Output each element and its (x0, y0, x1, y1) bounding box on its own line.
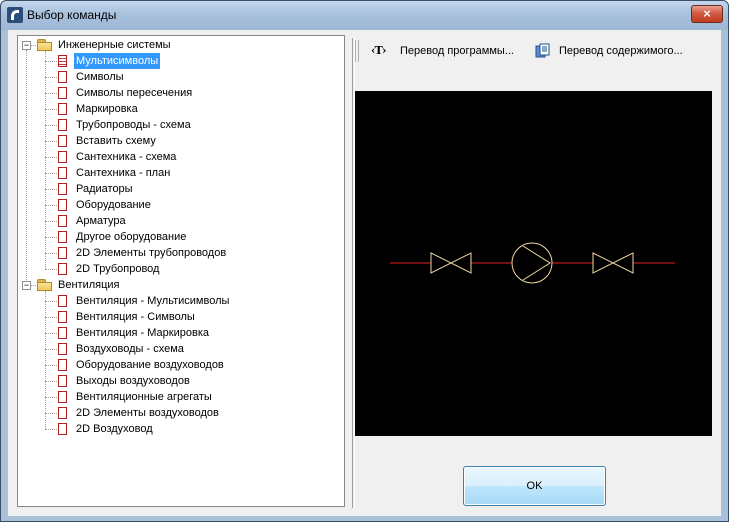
tree-item[interactable]: 2D Воздуховод (74, 421, 155, 437)
folder-icon (37, 39, 53, 51)
tree-item[interactable]: Радиаторы (74, 181, 135, 197)
tree-item[interactable]: Оборудование (74, 197, 153, 213)
tree-item[interactable]: Выходы воздуховодов (74, 373, 192, 389)
tree-connector (45, 157, 57, 158)
tree-connector (45, 291, 46, 429)
text-t-icon: ‹T› (371, 44, 387, 57)
toolbar-grip[interactable] (355, 40, 359, 62)
app-icon (7, 7, 23, 23)
document-icon (58, 183, 67, 195)
tree-connector (31, 45, 36, 46)
document-icon (58, 391, 67, 403)
tree-connector (45, 77, 57, 78)
tree-item[interactable]: Сантехника - план (74, 165, 172, 181)
document-icon (58, 167, 67, 179)
document-icon (58, 135, 67, 147)
symbol-preview-drawing (390, 242, 675, 284)
tree-item[interactable]: Воздуховоды - схема (74, 341, 186, 357)
document-icon (58, 151, 67, 163)
folder-icon (37, 279, 53, 291)
tree-connector (45, 317, 57, 318)
symbol-preview (355, 91, 712, 436)
tree-connector (45, 413, 57, 414)
ok-button[interactable]: OK (463, 466, 606, 506)
document-icon (58, 119, 67, 131)
tree-item[interactable]: 2D Элементы воздуховодов (74, 405, 221, 421)
tree-connector (45, 61, 57, 62)
tree-item[interactable]: Трубопроводы - схема (74, 117, 193, 133)
tree-item[interactable]: Оборудование воздуховодов (74, 357, 226, 373)
tree-item[interactable]: Арматура (74, 213, 128, 229)
tree-connector (31, 285, 36, 286)
tree-item[interactable]: 2D Элементы трубопроводов (74, 245, 228, 261)
tree-connector (45, 429, 57, 430)
document-icon (58, 103, 67, 115)
tree-item[interactable]: Сантехника - схема (74, 149, 178, 165)
pump-circle-icon (511, 242, 553, 284)
command-tree[interactable]: − Инженерные системы Мультисимволы Символы С… (17, 35, 345, 507)
tree-connector (45, 269, 57, 270)
tree-group-label[interactable]: Инженерные системы (56, 37, 173, 53)
tree-item[interactable]: 2D Трубопровод (74, 261, 161, 277)
tree-connector (45, 333, 57, 334)
tree-item[interactable]: Символы пересечения (74, 85, 194, 101)
tree-item[interactable]: Вентиляция - Мультисимволы (74, 293, 231, 309)
translate-document-icon (535, 43, 550, 58)
close-button[interactable]: × (691, 5, 723, 23)
document-icon (58, 311, 67, 323)
tree-connector (45, 173, 57, 174)
document-icon (58, 231, 67, 243)
tree-connector (45, 381, 57, 382)
document-icon (58, 87, 67, 99)
valve-right-icon (592, 252, 634, 274)
tree-group-label[interactable]: Вентиляция (56, 277, 122, 293)
tree-connector (45, 109, 57, 110)
tree-connector (45, 349, 57, 350)
tree-connector (45, 125, 57, 126)
translate-program-button[interactable]: ‹T› Перевод программы... (371, 40, 521, 62)
tree-item[interactable]: Символы (74, 69, 126, 85)
tree-connector (45, 221, 57, 222)
document-icon (58, 407, 67, 419)
tree-connector (45, 205, 57, 206)
document-icon (58, 359, 67, 371)
tree-connector (45, 365, 57, 366)
document-icon (58, 215, 67, 227)
tree-connector (45, 189, 57, 190)
window-title: Выбор команды (27, 8, 117, 22)
title-bar[interactable]: Выбор команды × (1, 1, 728, 30)
tree-item[interactable]: Другое оборудование (74, 229, 188, 245)
translate-content-button[interactable]: Перевод содержимого... (535, 40, 705, 62)
document-icon (58, 375, 67, 387)
document-icon (58, 295, 67, 307)
tree-connector (45, 237, 57, 238)
document-icon (58, 71, 67, 83)
tree-item[interactable]: Маркировка (74, 101, 140, 117)
tree-connector (45, 253, 57, 254)
tree-expander[interactable]: − (22, 281, 31, 290)
tree-connector (26, 50, 27, 280)
document-icon (58, 247, 67, 259)
document-icon (58, 423, 67, 435)
tree-connector (45, 141, 57, 142)
tree-item[interactable]: Вентиляционные агрегаты (74, 389, 214, 405)
translate-content-label: Перевод содержимого... (559, 45, 683, 57)
tree-connector (45, 397, 57, 398)
tree-expander[interactable]: − (22, 41, 31, 50)
tree-item[interactable]: Вентиляция - Маркировка (74, 325, 211, 341)
document-icon (58, 55, 67, 67)
tree-connector (45, 93, 57, 94)
document-icon (58, 199, 67, 211)
valve-left-icon (430, 252, 472, 274)
document-icon (58, 343, 67, 355)
tree-connector (45, 301, 57, 302)
document-icon (58, 327, 67, 339)
document-icon (58, 263, 67, 275)
tree-item[interactable]: Вентиляция - Символы (74, 309, 197, 325)
tree-item[interactable]: Вставить схему (74, 133, 158, 149)
translate-program-label: Перевод программы... (400, 45, 514, 57)
tree-item[interactable]: Мультисимволы (74, 53, 161, 69)
pump-triangle-icon (522, 245, 551, 281)
